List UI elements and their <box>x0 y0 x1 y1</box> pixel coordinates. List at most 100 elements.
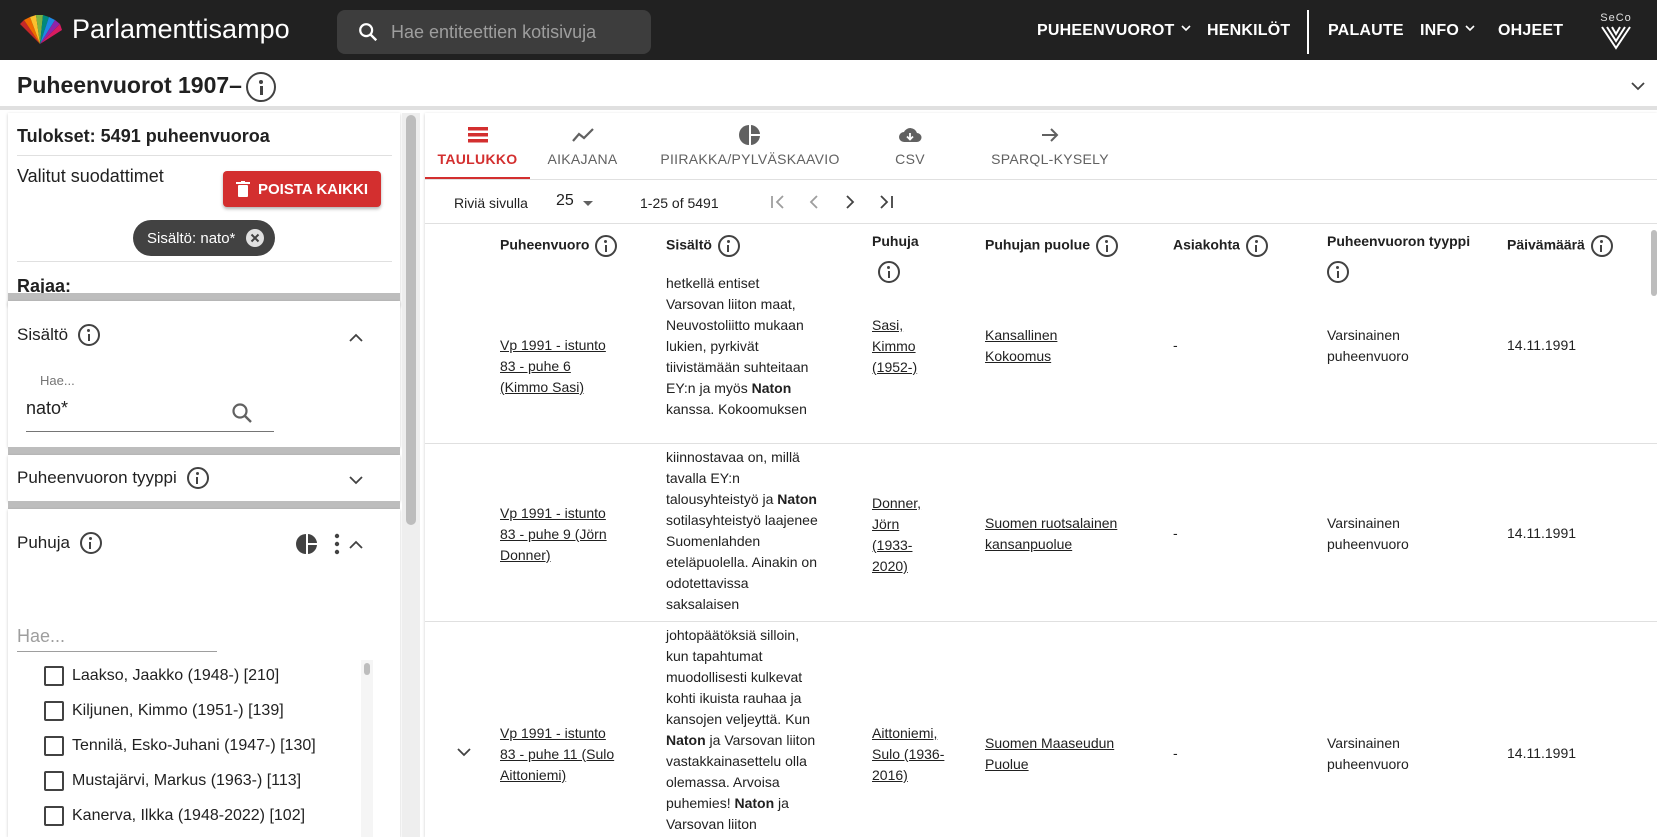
speaker-link-line[interactable]: Donner, <box>872 495 921 511</box>
column-header-puolue[interactable]: Puhujan puolue <box>985 235 1118 257</box>
speaker-link-line[interactable]: Jörn <box>872 516 899 532</box>
chevron-down-icon[interactable] <box>1630 78 1646 94</box>
party-link[interactable]: Kansallinen Kokoomus <box>985 325 1057 367</box>
column-header-paivamaara[interactable]: Päivämäärä <box>1507 235 1613 257</box>
column-header-asiakohta[interactable]: Asiakohta <box>1173 235 1268 257</box>
speech-link-line[interactable]: Vp 1991 - istunto <box>500 725 606 741</box>
info-icon[interactable] <box>78 324 101 346</box>
checkbox[interactable] <box>44 666 64 686</box>
info-icon[interactable] <box>79 532 102 554</box>
info-icon[interactable] <box>878 261 900 283</box>
app-title[interactable]: Parlamenttisampo <box>72 14 290 45</box>
checkbox[interactable] <box>44 771 64 791</box>
main-scrollbar-thumb[interactable] <box>1651 230 1657 296</box>
rows-per-page-select[interactable]: 25 <box>556 192 574 210</box>
info-icon[interactable] <box>595 235 618 257</box>
more-vert-icon[interactable] <box>333 532 341 556</box>
speaker-link-line[interactable]: (1952-) <box>872 359 917 375</box>
column-header-puhuja[interactable]: Puhuja <box>872 233 932 283</box>
speech-link-line[interactable]: (Kimmo Sasi) <box>500 379 584 395</box>
speech-link[interactable]: Vp 1991 - istunto 83 - puhe 6 (Kimmo Sas… <box>500 335 630 398</box>
speaker-link-line[interactable]: Sasi, <box>872 317 903 333</box>
chevron-left-icon[interactable] <box>803 191 825 213</box>
nav-ohjeet[interactable]: OHJEET <box>1498 22 1563 40</box>
party-link-line[interactable]: kansanpuolue <box>985 536 1072 552</box>
tab-csv[interactable]: CSV <box>865 113 955 179</box>
speaker-link-line[interactable]: (1933- <box>872 537 912 553</box>
speech-link[interactable]: Vp 1991 - istunto 83 - puhe 11 (Sulo Ait… <box>500 723 630 786</box>
close-circle-icon[interactable] <box>245 228 265 248</box>
seco-logo[interactable]: SeCo <box>1596 12 1636 52</box>
speaker-link-line[interactable]: Kimmo <box>872 338 916 354</box>
speaker-link-line[interactable]: Sulo (1936- <box>872 746 944 762</box>
facet-puhuja-search-input[interactable] <box>17 622 217 652</box>
entity-search-input[interactable] <box>391 10 641 54</box>
speech-link-line[interactable]: Vp 1991 - istunto <box>500 505 606 521</box>
chevron-down-icon[interactable] <box>348 472 364 488</box>
info-icon[interactable] <box>717 235 740 257</box>
checkbox[interactable] <box>44 736 64 756</box>
list-item[interactable]: Kanerva, Ilkka (1948-2022) [102] <box>44 806 305 826</box>
info-icon[interactable] <box>1096 235 1118 257</box>
speaker-link-line[interactable]: 2020) <box>872 558 908 574</box>
speaker-link[interactable]: Aittoniemi, Sulo (1936- 2016) <box>872 723 944 786</box>
info-icon[interactable] <box>186 467 209 489</box>
chevron-up-icon[interactable] <box>348 330 364 346</box>
party-link-line[interactable]: Puolue <box>985 756 1029 772</box>
speech-link-line[interactable]: Donner) <box>500 547 551 563</box>
tab-piirakka[interactable]: PIIRAKKA/PYLVÄSKAAVIO <box>650 113 850 179</box>
party-link-line[interactable]: Kansallinen <box>985 327 1057 343</box>
checkbox[interactable] <box>44 806 64 826</box>
info-icon[interactable] <box>1327 261 1349 283</box>
facet-tyyppi-header[interactable]: Puheenvuoron tyyppi <box>17 467 209 489</box>
nav-info[interactable]: INFO <box>1420 22 1475 40</box>
nav-puheenvuorot[interactable]: PUHEENVUOROT <box>1037 22 1191 40</box>
facet-sisalto-header[interactable]: Sisältö <box>17 324 101 346</box>
last-page-icon[interactable] <box>875 191 897 213</box>
checkbox[interactable] <box>44 701 64 721</box>
chevron-right-icon[interactable] <box>839 191 861 213</box>
party-link-line[interactable]: Kokoomus <box>985 348 1051 364</box>
column-header-sisalto[interactable]: Sisältö <box>666 235 740 257</box>
info-icon[interactable] <box>1590 235 1613 257</box>
speech-link[interactable]: Vp 1991 - istunto 83 - puhe 9 (Jörn Donn… <box>500 503 630 566</box>
speech-link-line[interactable]: Aittoniemi) <box>500 767 566 783</box>
facet-puhuja-header[interactable]: Puhuja <box>17 532 102 554</box>
filter-chip[interactable]: Sisältö: nato* <box>133 220 276 256</box>
tab-taulukko[interactable]: TAULUKKO <box>425 113 530 179</box>
facet-sisalto-search-input[interactable] <box>26 398 226 419</box>
list-scrollbar[interactable] <box>361 660 373 837</box>
speech-link-line[interactable]: 83 - puhe 9 (Jörn <box>500 526 607 542</box>
chevron-up-icon[interactable] <box>348 537 364 553</box>
first-page-icon[interactable] <box>767 191 789 213</box>
tab-aikajana[interactable]: AIKAJANA <box>530 113 635 179</box>
speech-link-line[interactable]: 83 - puhe 11 (Sulo <box>500 746 614 762</box>
party-link[interactable]: Suomen Maaseudun Puolue <box>985 733 1114 775</box>
parliament-logo-icon[interactable] <box>16 14 64 46</box>
speaker-link[interactable]: Donner, Jörn (1933- 2020) <box>872 493 921 577</box>
sidebar-scrollbar-thumb[interactable] <box>406 115 416 525</box>
info-icon[interactable] <box>1245 235 1268 257</box>
list-item[interactable]: Tennilä, Esko-Juhani (1947-) [130] <box>44 736 316 756</box>
speaker-link-line[interactable]: Aittoniemi, <box>872 725 937 741</box>
speaker-link[interactable]: Sasi, Kimmo (1952-) <box>872 315 917 378</box>
list-item[interactable]: Kiljunen, Kimmo (1951-) [139] <box>44 701 284 721</box>
nav-palaute[interactable]: PALAUTE <box>1328 22 1404 40</box>
party-link[interactable]: Suomen ruotsalainen kansanpuolue <box>985 513 1117 555</box>
column-header-puheenvuoro[interactable]: Puheenvuoro <box>500 235 618 257</box>
page-info-icon[interactable] <box>246 72 276 102</box>
column-header-tyyppi[interactable]: Puheenvuoron tyyppi <box>1327 233 1487 283</box>
speech-link-line[interactable]: Vp 1991 - istunto <box>500 337 606 353</box>
nav-henkilot[interactable]: HENKILÖT <box>1207 22 1290 40</box>
list-scrollbar-thumb[interactable] <box>364 663 370 675</box>
remove-all-filters-button[interactable]: POISTA KAIKKI <box>223 171 381 207</box>
pie-chart-icon[interactable] <box>295 532 319 556</box>
party-link-line[interactable]: Suomen ruotsalainen <box>985 515 1117 531</box>
list-item[interactable]: Mustajärvi, Markus (1963-) [113] <box>44 771 301 791</box>
speech-link-line[interactable]: 83 - puhe 6 <box>500 358 571 374</box>
search-icon[interactable] <box>230 401 254 425</box>
entity-search[interactable] <box>337 10 651 54</box>
chevron-down-icon[interactable] <box>455 743 473 761</box>
caret-down-icon[interactable] <box>583 201 593 206</box>
tab-sparql[interactable]: SPARQL-KYSELY <box>975 113 1125 179</box>
